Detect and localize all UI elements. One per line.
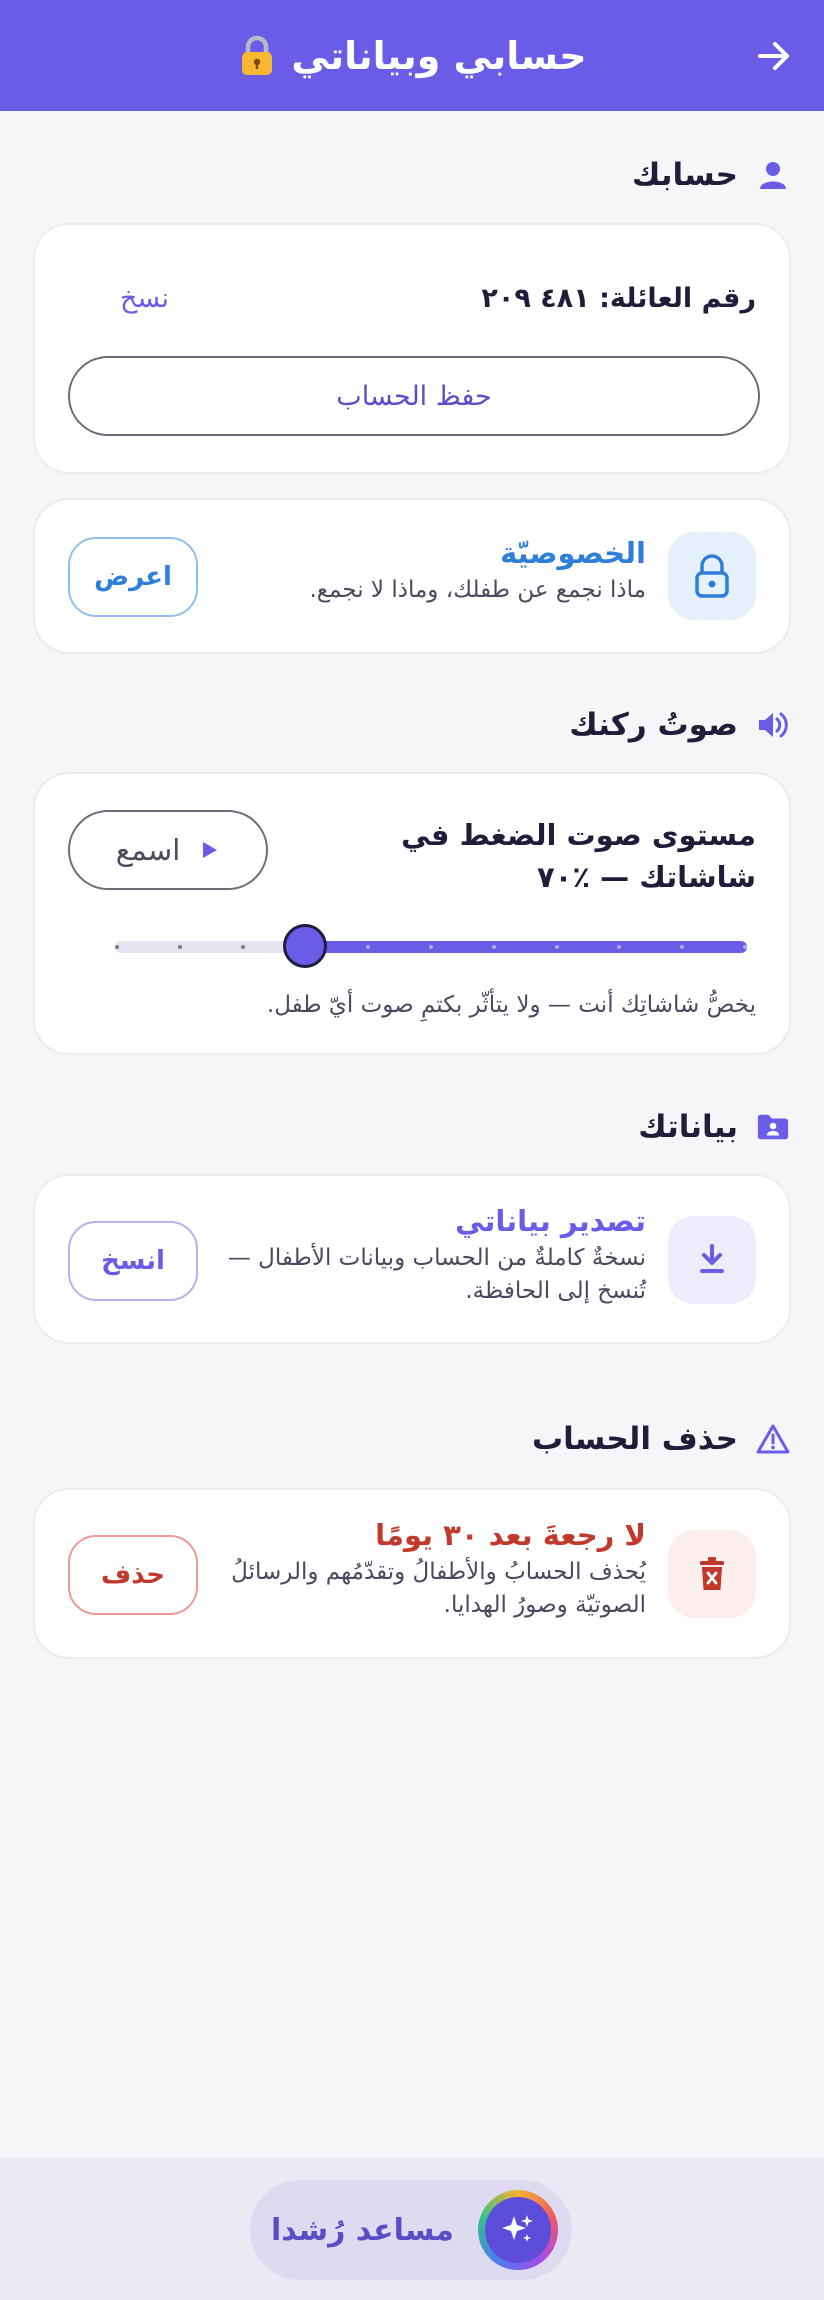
- arrow-right-icon: [758, 42, 789, 70]
- folder-user-icon: [756, 1110, 790, 1144]
- slider-step-dot: [743, 945, 747, 949]
- delete-title: لا رجعةَ بعد ٣٠ يومًا: [375, 1518, 646, 1552]
- export-title: تصدير بياناتي: [455, 1204, 646, 1238]
- app-header: حسابي وبياناتي: [0, 0, 824, 111]
- tap-volume-label: مستوى صوت الضغط في شاشاتك — ٪٧٠: [401, 818, 756, 894]
- privacy-card: الخصوصيّة ماذا نجمع عن طفلك، وماذا لا نج…: [33, 498, 791, 654]
- slider-step-dot: [115, 945, 119, 949]
- download-icon: [700, 1244, 724, 1273]
- delete-icon-box: [668, 1530, 756, 1618]
- save-account-button[interactable]: حفظ الحساب: [68, 356, 760, 436]
- assistant-button[interactable]: مساعد رُشدا: [250, 2180, 572, 2280]
- slider-step-dot: [429, 945, 433, 949]
- delete-card: لا رجعةَ بعد ٣٠ يومًا يُحذف الحسابُ والأ…: [33, 1488, 791, 1659]
- section-title-data-text: بياناتك: [638, 1109, 738, 1145]
- volume-slider[interactable]: [115, 924, 747, 970]
- privacy-icon-box: [668, 532, 756, 620]
- delete-account-button[interactable]: حذف: [68, 1535, 198, 1615]
- section-title-data: بياناتك: [638, 1109, 790, 1145]
- delete-text: لا رجعةَ بعد ٣٠ يومًا يُحذف الحسابُ والأ…: [231, 1518, 646, 1622]
- page: حسابي وبياناتي حسابك رقم العائلة: ٤٨١ ٢٠…: [0, 0, 824, 2300]
- family-number-row: رقم العائلة: ٤٨١ ٢٠٩ نسخ: [68, 283, 756, 314]
- section-title-voice-text: صوتُ ركنك: [569, 707, 738, 743]
- delete-description-line2: الصوتيّة وصورُ الهدايا.: [443, 1592, 646, 1618]
- export-icon-box: [668, 1216, 756, 1304]
- listen-button[interactable]: اسمع: [68, 810, 268, 890]
- section-title-delete: حذف الحساب: [532, 1421, 790, 1457]
- privacy-description: ماذا نجمع عن طفلك، وماذا لا نجمع.: [309, 577, 647, 603]
- account-card: رقم العائلة: ٤٨١ ٢٠٩ نسخ حفظ الحساب: [33, 223, 791, 474]
- sparkle-icon: [502, 2215, 533, 2242]
- slider-thumb[interactable]: [282, 924, 327, 968]
- slider-step-dot: [240, 945, 245, 949]
- assistant-label: مساعد رُشدا: [270, 2212, 454, 2248]
- back-button[interactable]: [746, 28, 802, 84]
- page-title: حسابي وبياناتي: [237, 33, 587, 78]
- bottom-bar: مساعد رُشدا: [0, 2158, 824, 2300]
- voice-card: مستوى صوت الضغط في شاشاتك — ٪٧٠ اسمع يخص…: [33, 772, 791, 1055]
- padlock-icon: [695, 554, 729, 598]
- slider-step-dot: [491, 945, 496, 949]
- assistant-orb: [478, 2190, 558, 2270]
- slider-step-dot: [554, 945, 559, 949]
- speaker-icon: [756, 708, 790, 742]
- section-title-account: حسابك: [632, 157, 790, 193]
- listen-button-label: اسمع: [115, 833, 181, 867]
- warning-icon: [756, 1422, 790, 1456]
- trash-icon: [700, 1557, 724, 1590]
- voice-note: يخصُّ شاشاتِك أنت — ولا يتأثّر بكتمِ صوت…: [266, 992, 756, 1018]
- privacy-title: الخصوصيّة: [500, 536, 646, 570]
- delete-description-line1: يُحذف الحسابُ والأطفالُ وتقدّمُهم والرسا…: [231, 1559, 646, 1585]
- export-description-line2: تُنسخ إلى الحافظة.: [465, 1278, 646, 1304]
- lock-emoji-icon: [242, 35, 273, 75]
- page-title-text: حسابي وبياناتي: [291, 33, 587, 78]
- privacy-view-button[interactable]: اعرض: [68, 537, 198, 617]
- export-card: تصدير بياناتي نسخةٌ كاملةٌ من الحساب وبي…: [33, 1174, 791, 1344]
- family-number: رقم العائلة: ٤٨١ ٢٠٩: [481, 283, 756, 314]
- section-title-account-text: حسابك: [631, 157, 738, 193]
- person-icon: [756, 158, 790, 192]
- section-title-delete-text: حذف الحساب: [532, 1421, 738, 1457]
- play-icon: [203, 842, 218, 858]
- export-copy-button[interactable]: انسخ: [68, 1221, 198, 1301]
- copy-family-number-link[interactable]: نسخ: [120, 283, 169, 314]
- privacy-text: الخصوصيّة ماذا نجمع عن طفلك، وماذا لا نج…: [310, 536, 647, 607]
- slider-step-dot: [177, 945, 182, 949]
- export-text: تصدير بياناتي نسخةٌ كاملةٌ من الحساب وبي…: [228, 1204, 646, 1308]
- export-description-line1: نسخةٌ كاملةٌ من الحساب وبيانات الأطفال —: [227, 1245, 646, 1271]
- section-title-voice: صوتُ ركنك: [569, 707, 790, 743]
